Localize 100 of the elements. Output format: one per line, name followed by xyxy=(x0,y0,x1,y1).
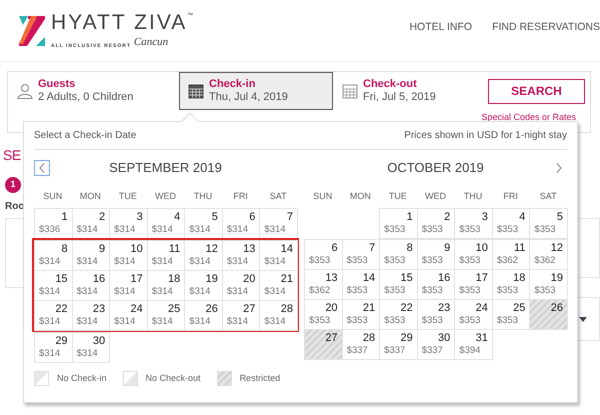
day-price: $314 xyxy=(76,316,99,328)
day-price: $353 xyxy=(459,255,482,267)
calendar-day[interactable]: 6 $353 xyxy=(304,239,343,270)
nav-link[interactable]: FIND RESERVATIONS xyxy=(492,20,600,36)
weekday-label: MON xyxy=(78,190,102,204)
day-number: 4 xyxy=(518,210,526,224)
logo-location: Cancun xyxy=(134,35,168,50)
day-number: 18 xyxy=(512,271,526,285)
day-price: $314 xyxy=(226,256,249,268)
day-number: 8 xyxy=(60,242,68,256)
calendar-day[interactable]: 8 $314 xyxy=(34,240,73,271)
day-price: $353 xyxy=(346,255,369,267)
month-title: OCTOBER 2019 xyxy=(387,159,484,178)
previous-month-button[interactable] xyxy=(34,160,50,176)
day-number: 27 xyxy=(242,302,256,316)
calendar-day[interactable]: 7 $314 xyxy=(259,208,298,239)
calendar-day[interactable]: 22 $314 xyxy=(34,300,73,331)
day-number: 9 xyxy=(98,242,106,256)
weekday-label: SAT xyxy=(538,190,558,204)
chevron-right-icon xyxy=(556,163,562,173)
day-number: 26 xyxy=(204,302,218,316)
day-price: $353 xyxy=(534,224,557,236)
calendar-day[interactable]: 30 $314 xyxy=(72,332,110,363)
day-number: 17 xyxy=(474,271,488,285)
day-number: 25 xyxy=(512,301,526,315)
day-number: 31 xyxy=(474,331,488,345)
day-number: 22 xyxy=(54,302,68,316)
day-price: $353 xyxy=(496,315,519,327)
day-price: $314 xyxy=(39,348,62,360)
day-number: 20 xyxy=(242,272,256,286)
day-number: 21 xyxy=(280,272,293,286)
weekday-label: FRI xyxy=(232,190,249,204)
weekday-label: TUE xyxy=(118,190,138,204)
day-number: 2 xyxy=(443,210,450,224)
calendar-day[interactable]: 14 $314 xyxy=(259,240,298,271)
weekday-label: THU xyxy=(192,190,214,204)
weekday-label: TUE xyxy=(388,190,408,204)
day-number: 22 xyxy=(399,301,413,315)
weekday-label: SUN xyxy=(42,190,64,204)
day-price: $353 xyxy=(422,285,444,297)
day-price: $353 xyxy=(422,224,444,236)
day-price: $314 xyxy=(114,316,136,328)
calendar-day[interactable]: 4 $353 xyxy=(492,208,530,239)
day-price: $314 xyxy=(76,286,99,298)
day-price: $337 xyxy=(422,345,444,357)
nav-link[interactable]: HOTEL INFO xyxy=(409,20,472,36)
step-badge: 1 xyxy=(5,177,21,193)
legend-label: No Check-in xyxy=(57,372,107,385)
day-number: 9 xyxy=(443,241,450,255)
day-price: $353 xyxy=(384,315,406,327)
calendar-day[interactable]: 28 $314 xyxy=(259,300,298,331)
calendar-day[interactable]: 1 $336 xyxy=(34,208,73,239)
weekday-label: WED xyxy=(154,190,177,204)
day-price: $362 xyxy=(496,255,519,267)
day-price: $314 xyxy=(152,286,174,298)
day-price: $314 xyxy=(76,256,99,268)
day-price: $353 xyxy=(422,255,444,267)
special-codes-link[interactable]: Special Codes or Rates xyxy=(481,111,576,124)
day-number: 17 xyxy=(129,272,143,286)
field-value: Thu, Jul 4, 2019 xyxy=(209,91,288,104)
day-number: 13 xyxy=(324,271,338,285)
day-price: $314 xyxy=(264,256,287,268)
day-number: 10 xyxy=(474,241,488,255)
calendar-day[interactable]: 29 $314 xyxy=(34,332,73,363)
day-number: 4 xyxy=(173,210,180,224)
field-label: Check-in xyxy=(209,78,256,91)
calendar-day[interactable]: 5 $353 xyxy=(529,208,568,239)
calendar-day[interactable]: 31 $394 xyxy=(454,329,493,360)
day-number: 19 xyxy=(550,271,563,285)
day-price: $336 xyxy=(39,224,62,236)
calendar-day[interactable]: 12 $362 xyxy=(529,239,568,270)
calendar-day[interactable]: 3 $353 xyxy=(454,208,493,239)
day-number: 23 xyxy=(92,302,106,316)
legend-label: No Check-out xyxy=(146,372,201,385)
chevron-left-icon xyxy=(39,163,45,173)
day-price: $353 xyxy=(346,315,369,327)
weekday-label: MON xyxy=(348,190,372,204)
search-button[interactable]: SEARCH xyxy=(488,78,585,104)
day-price: $353 xyxy=(384,285,406,297)
day-price: $314 xyxy=(264,316,287,328)
day-number: 6 xyxy=(248,210,256,224)
day-number: 21 xyxy=(362,301,376,315)
day-number: 11 xyxy=(168,242,180,256)
day-price: $353 xyxy=(459,224,482,236)
day-number: 3 xyxy=(136,210,143,224)
day-number: 30 xyxy=(437,331,450,345)
day-price: $314 xyxy=(39,286,62,298)
day-number: 20 xyxy=(324,301,338,315)
month-title: SEPTEMBER 2019 xyxy=(109,159,222,178)
calendar-day[interactable]: 2 $353 xyxy=(416,208,456,239)
calendar-day[interactable]: 1 $353 xyxy=(379,208,418,239)
day-price: $353 xyxy=(384,224,406,236)
search-field[interactable]: Guests 2 Adults, 0 Children xyxy=(8,72,179,110)
weekday-label: SUN xyxy=(312,190,334,204)
day-number: 14 xyxy=(362,271,376,285)
day-price: $394 xyxy=(459,345,482,357)
search-field[interactable]: Check-in Thu, Jul 4, 2019 xyxy=(179,72,333,110)
day-price: $314 xyxy=(189,224,212,236)
day-number: 16 xyxy=(437,271,450,285)
search-field[interactable]: Check-out Fri, Jul 5, 2019 xyxy=(333,72,483,110)
